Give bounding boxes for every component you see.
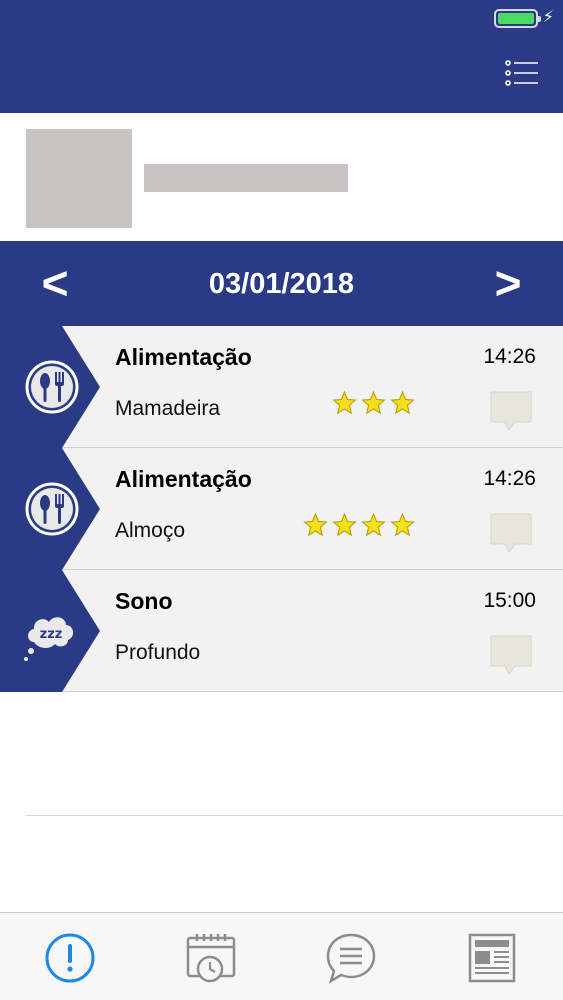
- alert-circle-icon: [45, 933, 95, 983]
- comment-bubble-icon[interactable]: [489, 512, 533, 554]
- star-icon: [361, 512, 386, 537]
- top-bar: ⚡: [0, 0, 563, 113]
- charging-bolt-icon: ⚡: [542, 9, 554, 26]
- newspaper-icon: [468, 933, 516, 983]
- event-type-badge: [0, 448, 100, 570]
- event-detail: Profundo: [115, 641, 201, 664]
- star-icon: [332, 512, 357, 537]
- star-icon: [303, 512, 328, 537]
- event-time: 14:26: [483, 467, 536, 490]
- tab-news[interactable]: [464, 931, 520, 985]
- event-title: Alimentação: [115, 344, 252, 370]
- date-navigation-bar: < 03/01/2018 >: [0, 241, 563, 326]
- star-icon: [361, 390, 386, 415]
- comment-bubble-icon[interactable]: [489, 634, 533, 676]
- event-detail: Almoço: [115, 519, 186, 542]
- tab-messages[interactable]: [323, 931, 379, 985]
- calendar-clock-icon: [186, 934, 236, 983]
- event-time: 15:00: [483, 589, 536, 612]
- fork-spoon-icon: [25, 360, 79, 414]
- fork-spoon-icon: [25, 482, 79, 536]
- event-row[interactable]: Alimentação 14:26 Almoço: [0, 448, 563, 570]
- current-date: 03/01/2018: [208, 268, 355, 300]
- chat-bubble-icon: [326, 933, 376, 984]
- star-icon: [332, 390, 357, 415]
- battery-icon: [494, 9, 541, 28]
- svg-text:zzz: zzz: [40, 627, 63, 642]
- list-menu-icon: [505, 60, 538, 86]
- next-day-button[interactable]: >: [483, 260, 533, 306]
- event-detail: Mamadeira: [115, 397, 221, 420]
- event-title: Alimentação: [115, 466, 252, 492]
- comment-bubble-icon[interactable]: [489, 390, 533, 432]
- tab-agenda[interactable]: [183, 931, 239, 985]
- star-icon: [390, 512, 415, 537]
- event-type-badge: [0, 326, 100, 448]
- profile-section: [0, 113, 563, 241]
- rating-stars: [332, 390, 415, 416]
- tab-alerts[interactable]: [42, 931, 98, 985]
- divider: [26, 815, 563, 816]
- event-time: 14:26: [483, 345, 536, 368]
- rating-stars: [303, 512, 415, 538]
- event-row[interactable]: Alimentação 14:26 Mamadeira: [0, 326, 563, 448]
- star-icon: [390, 390, 415, 415]
- menu-button[interactable]: [505, 58, 539, 88]
- event-row[interactable]: zzz Sono 15:00 Profundo: [0, 570, 563, 692]
- event-type-badge: zzz: [0, 570, 100, 692]
- avatar[interactable]: [26, 129, 132, 228]
- event-title: Sono: [115, 588, 173, 614]
- child-name-placeholder: [144, 164, 348, 192]
- tab-bar: [0, 912, 563, 1000]
